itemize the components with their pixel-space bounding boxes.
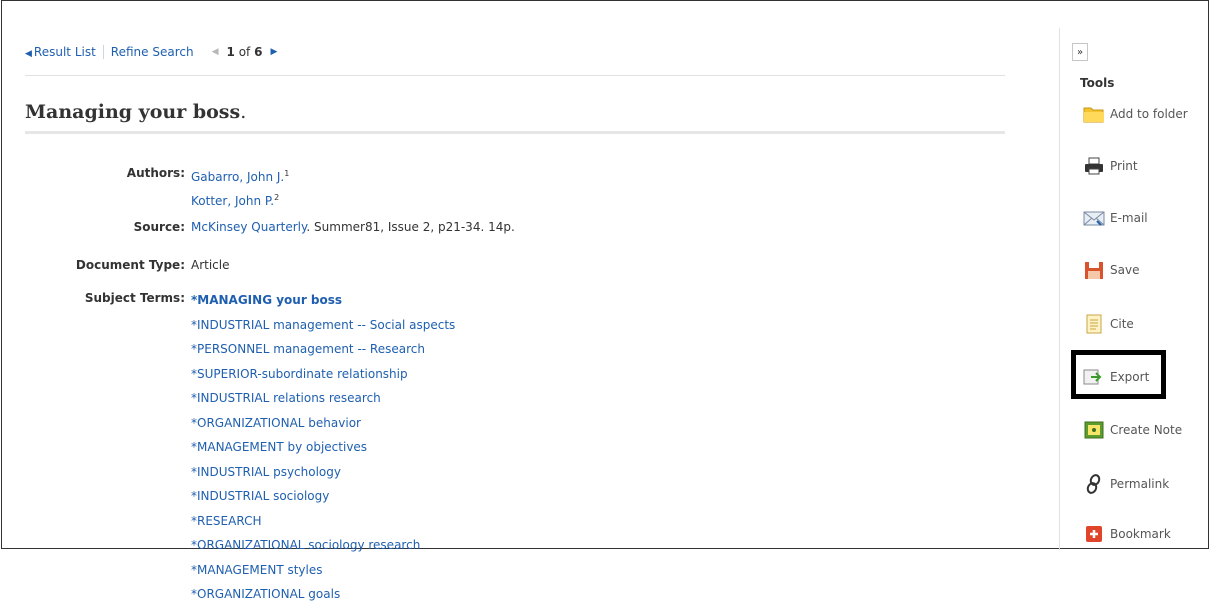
record-navigation: ◀ Result List Refine Search ◀ 1 of 6 ▶ bbox=[25, 45, 1005, 76]
print-button[interactable]: Print bbox=[1083, 156, 1138, 176]
result-list-label: Result List bbox=[33, 45, 96, 59]
source-row: Source: McKinsey Quarterly. Summer81, Is… bbox=[25, 220, 515, 235]
subject-terms-label: Subject Terms: bbox=[84, 291, 185, 305]
tool-label: Save bbox=[1110, 263, 1140, 277]
record-title-text: Managing your boss bbox=[25, 101, 241, 123]
triangle-left-icon: ◀ bbox=[25, 49, 32, 59]
pager-total: 6 bbox=[254, 45, 263, 59]
subject-term-link[interactable]: *SUPERIOR-subordinate relationship bbox=[191, 365, 455, 385]
tool-label: Create Note bbox=[1110, 423, 1183, 437]
author-affiliation-number: 2 bbox=[274, 193, 280, 202]
email-icon bbox=[1083, 208, 1105, 228]
subject-term-link[interactable]: *MANAGEMENT by objectives bbox=[191, 438, 455, 458]
subject-term-link[interactable]: *ORGANIZATIONAL sociology research bbox=[191, 536, 455, 556]
source-label: Source: bbox=[133, 220, 185, 234]
subject-term-link[interactable]: *RESEARCH bbox=[191, 512, 455, 532]
tool-label: Permalink bbox=[1110, 477, 1170, 491]
tool-label: Print bbox=[1110, 159, 1138, 173]
source-journal-link[interactable]: McKinsey Quarterly bbox=[191, 220, 306, 234]
subject-term-link[interactable]: *PERSONNEL management -- Research bbox=[191, 340, 455, 360]
export-highlight-box bbox=[1071, 350, 1166, 399]
link-icon bbox=[1083, 474, 1105, 494]
result-pager: ◀ 1 of 6 ▶ bbox=[212, 45, 278, 59]
collapse-panel-button[interactable]: » bbox=[1072, 43, 1088, 61]
document-type-row: Document Type: Article bbox=[25, 258, 230, 273]
author-link[interactable]: Kotter, John P. bbox=[191, 194, 274, 208]
subject-term-link[interactable]: *INDUSTRIAL relations research bbox=[191, 389, 455, 409]
email-button[interactable]: E-mail bbox=[1083, 208, 1148, 228]
author-item: Gabarro, John J.1 bbox=[191, 166, 289, 185]
record-title-period: . bbox=[240, 101, 247, 123]
refine-search-link[interactable]: Refine Search bbox=[111, 45, 194, 59]
source-citation-text: . Summer81, Issue 2, p21-34. 14p. bbox=[306, 220, 515, 234]
subject-terms-row: Subject Terms: *MANAGING your boss *INDU… bbox=[25, 291, 455, 605]
nav-divider bbox=[102, 45, 104, 59]
subject-terms-list: *MANAGING your boss *INDUSTRIAL manageme… bbox=[191, 291, 455, 605]
author-link[interactable]: Gabarro, John J. bbox=[191, 170, 284, 184]
permalink-button[interactable]: Permalink bbox=[1083, 474, 1169, 494]
subject-term-link[interactable]: *ORGANIZATIONAL goals bbox=[191, 585, 455, 605]
previous-result-icon[interactable]: ◀ bbox=[212, 47, 219, 57]
printer-icon bbox=[1083, 156, 1105, 176]
subject-term-link[interactable]: *INDUSTRIAL sociology bbox=[191, 487, 455, 507]
author-affiliation-number: 1 bbox=[284, 169, 290, 178]
document-type-value: Article bbox=[191, 258, 230, 272]
tools-heading: Tools bbox=[1080, 76, 1115, 90]
subject-term-link[interactable]: *INDUSTRIAL management -- Social aspects bbox=[191, 316, 455, 336]
cite-button[interactable]: Cite bbox=[1083, 314, 1134, 334]
authors-label: Authors: bbox=[126, 166, 185, 180]
save-icon bbox=[1083, 260, 1105, 280]
cite-icon bbox=[1083, 314, 1105, 334]
source-value: McKinsey Quarterly. Summer81, Issue 2, p… bbox=[191, 220, 515, 235]
result-list-link[interactable]: ◀ Result List bbox=[25, 45, 96, 59]
author-item: Kotter, John P.2 bbox=[191, 190, 289, 209]
tool-label: Add to folder bbox=[1110, 107, 1188, 121]
subject-term-link[interactable]: *INDUSTRIAL psychology bbox=[191, 463, 455, 483]
note-icon bbox=[1083, 420, 1105, 440]
pager-of: of bbox=[238, 45, 251, 59]
pager-current: 1 bbox=[226, 45, 235, 59]
subject-term-link[interactable]: *MANAGING your boss bbox=[191, 291, 455, 311]
save-button[interactable]: Save bbox=[1083, 260, 1139, 280]
document-type-label: Document Type: bbox=[75, 258, 185, 272]
subject-term-link[interactable]: *MANAGEMENT styles bbox=[191, 561, 455, 581]
bookmark-icon bbox=[1083, 524, 1105, 544]
tool-label: Cite bbox=[1110, 317, 1134, 331]
next-result-icon[interactable]: ▶ bbox=[270, 47, 277, 57]
add-to-folder-button[interactable]: Add to folder bbox=[1083, 104, 1188, 124]
create-note-button[interactable]: Create Note bbox=[1083, 420, 1182, 440]
tool-label: E-mail bbox=[1110, 211, 1148, 225]
authors-value: Gabarro, John J.1 Kotter, John P.2 bbox=[191, 166, 289, 209]
subject-term-link[interactable]: *ORGANIZATIONAL behavior bbox=[191, 414, 455, 434]
folder-icon bbox=[1083, 104, 1105, 124]
record-title: Managing your boss. bbox=[25, 101, 1005, 134]
tools-panel: » Tools Add to folder Print E-mail Save … bbox=[1059, 28, 1210, 550]
authors-row: Authors: Gabarro, John J.1 Kotter, John … bbox=[25, 166, 290, 209]
tool-label: Bookmark bbox=[1110, 527, 1171, 541]
bookmark-button[interactable]: Bookmark bbox=[1083, 524, 1171, 544]
